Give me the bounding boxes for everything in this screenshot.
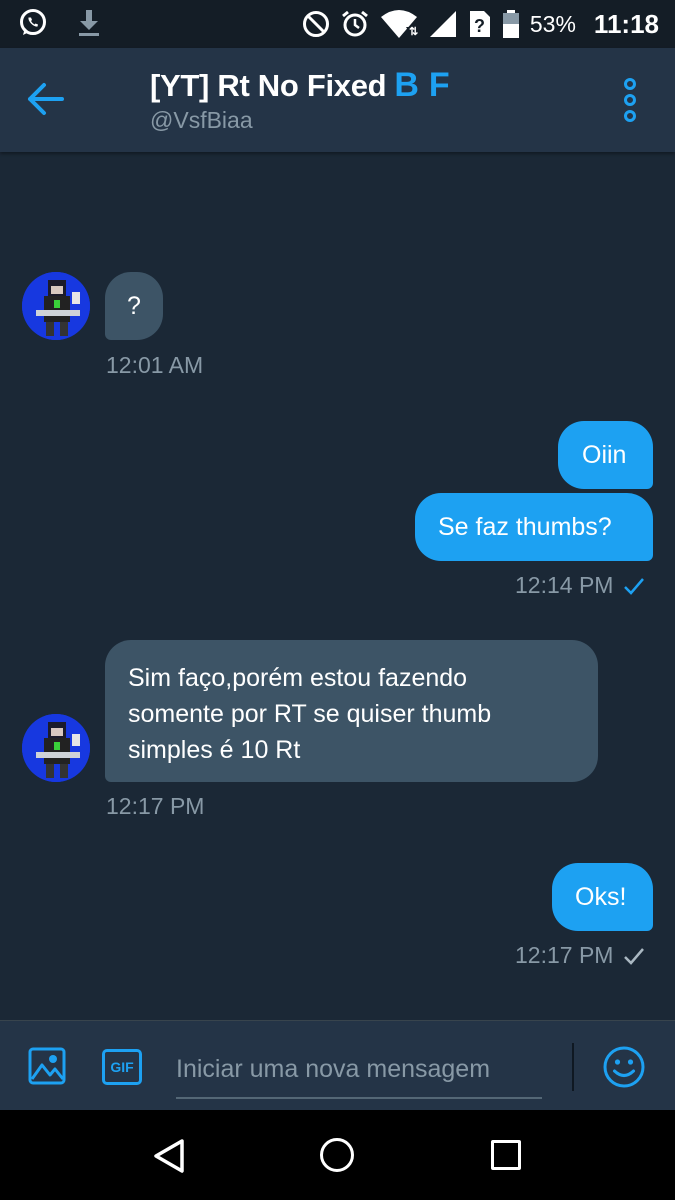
- message-timestamp: 12:14 PM: [515, 572, 645, 599]
- do-not-disturb-icon: [302, 11, 329, 37]
- message-bubble-outgoing[interactable]: Se faz thumbs?: [415, 493, 653, 561]
- message-bubble-outgoing[interactable]: Oks!: [552, 863, 653, 931]
- message-bubble-incoming[interactable]: ?: [105, 272, 163, 340]
- message-text: ?: [127, 292, 141, 320]
- message-text: Oiin: [582, 441, 627, 469]
- whatsapp-icon: [20, 9, 46, 35]
- sent-check-icon: [624, 947, 645, 965]
- conversation-header: [YT] Rt No Fixed BF @VsfBiaa: [0, 48, 675, 152]
- timestamp-text: 12:14 PM: [515, 572, 614, 598]
- nav-home-icon[interactable]: [320, 1138, 354, 1172]
- timestamp-text: 12:17 PM: [515, 942, 614, 968]
- message-timestamp: 12:01 AM: [106, 352, 203, 379]
- clock: 11:18: [593, 8, 659, 39]
- svg-text:⇅: ⇅: [409, 26, 418, 38]
- message-timestamp: 12:17 PM: [515, 942, 645, 969]
- read-check-icon: [624, 577, 645, 595]
- download-icon: [79, 10, 99, 36]
- message-input[interactable]: [176, 1041, 542, 1099]
- message-bubble-outgoing[interactable]: Oiin: [558, 421, 653, 489]
- message-text-line: Sim faço,porém estou fazendo: [128, 664, 468, 692]
- page-title: [YT] Rt No Fixed: [150, 67, 387, 103]
- avatar[interactable]: [22, 272, 90, 340]
- back-arrow-icon[interactable]: [26, 82, 66, 116]
- navigation-bar: [0, 1110, 675, 1200]
- message-timestamp: 12:17 PM: [106, 793, 204, 820]
- divider: [572, 1043, 574, 1091]
- emoji-icon[interactable]: [602, 1045, 646, 1089]
- alarm-icon: [341, 10, 368, 37]
- gif-icon[interactable]: GIF: [102, 1049, 142, 1085]
- message-text-line: simples é 10 Rt: [128, 736, 301, 764]
- avatar[interactable]: [22, 714, 90, 782]
- message-composer: GIF: [0, 1020, 675, 1110]
- battery-percent: 53%: [529, 10, 576, 37]
- gif-label: GIF: [110, 1059, 134, 1075]
- battery-icon: [502, 10, 519, 38]
- unknown-sim-icon: ?: [469, 11, 490, 37]
- image-icon[interactable]: [28, 1047, 66, 1085]
- timestamp-text: 12:17 PM: [106, 793, 205, 819]
- user-handle: @VsfBiaa: [150, 107, 253, 133]
- wifi-icon: ⇅: [380, 10, 418, 38]
- more-options-icon[interactable]: [618, 78, 642, 122]
- message-text-line: somente por RT se quiser thumb: [128, 700, 492, 728]
- svg-text:?: ?: [474, 16, 485, 36]
- status-bar: ⇅ ? 53% 11:18: [0, 0, 675, 48]
- timestamp-text: 12:01 AM: [106, 352, 204, 378]
- nav-recent-apps-icon[interactable]: [491, 1140, 521, 1170]
- message-bubble-incoming[interactable]: Sim faço,porém estou fazendo somente por…: [105, 640, 598, 782]
- signal-icon: [429, 11, 456, 37]
- nav-back-icon[interactable]: [152, 1138, 186, 1174]
- conversation-title-block[interactable]: [YT] Rt No Fixed BF @VsfBiaa: [150, 66, 460, 134]
- title-emoji: BF: [394, 66, 460, 104]
- message-text: Oks!: [575, 883, 627, 911]
- message-text: Se faz thumbs?: [438, 513, 612, 541]
